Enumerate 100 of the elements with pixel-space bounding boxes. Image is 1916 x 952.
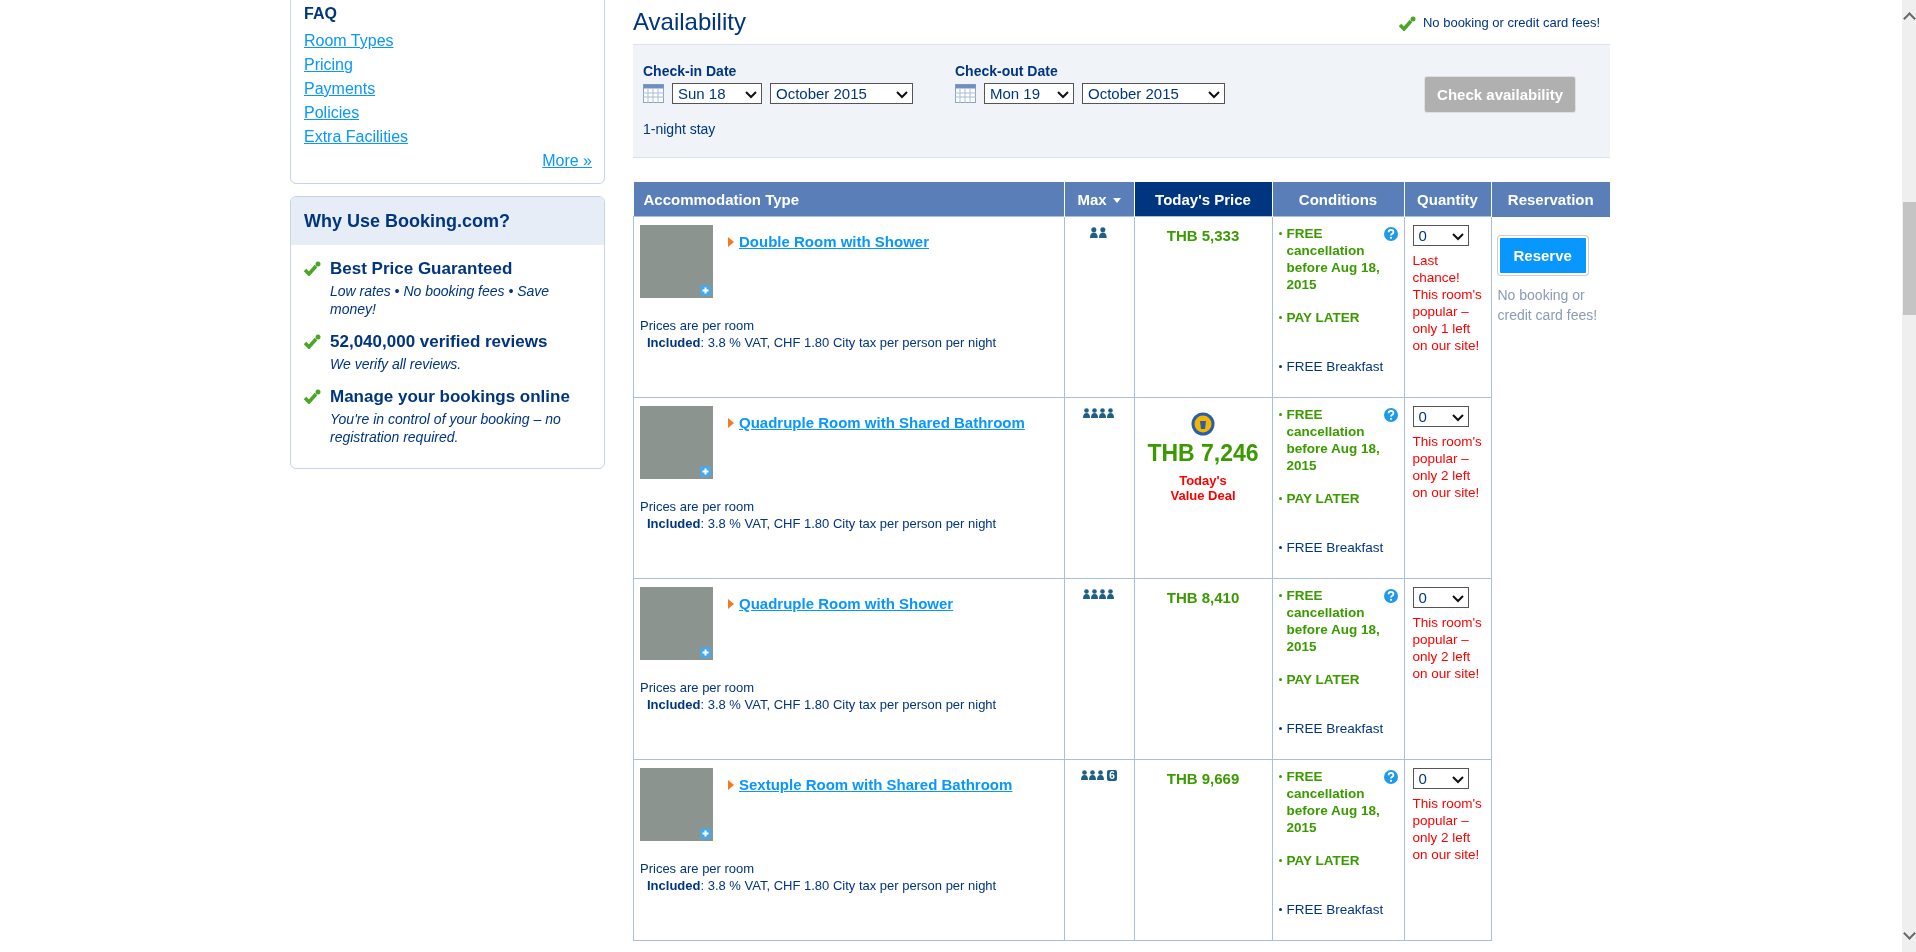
- condition-text: FREE cancellation before Aug 18, 2015: [1286, 406, 1381, 474]
- triangle-icon: [728, 779, 734, 790]
- month-dropdown[interactable]: October 2015: [1082, 83, 1225, 104]
- calendar-icon: [955, 84, 976, 103]
- room-name-link[interactable]: Sextuple Room with Shared Bathroom: [739, 776, 1013, 793]
- condition-text: FREE cancellation before Aug 18, 2015: [1286, 225, 1381, 293]
- room-price: THB 5,333: [1165, 227, 1241, 244]
- room-photo[interactable]: [640, 406, 713, 479]
- column-header: Today's Price: [1134, 182, 1272, 217]
- condition-text: FREE cancellation before Aug 18, 2015: [1286, 587, 1381, 655]
- reserve-button[interactable]: Reserve: [1497, 235, 1588, 275]
- chevron-down-icon: [1450, 230, 1465, 241]
- scrollbar[interactable]: [1902, 0, 1916, 952]
- benefit-title: Best Price Guaranteed: [330, 259, 514, 279]
- room-name-link[interactable]: Quadruple Room with Shared Bathroom: [739, 414, 1025, 431]
- more-link[interactable]: More »: [542, 149, 592, 173]
- stay-length: 1-night stay: [643, 121, 717, 137]
- room-name-link[interactable]: Quadruple Room with Shower: [739, 595, 954, 612]
- faq-link[interactable]: Pricing: [304, 53, 353, 77]
- condition-text: FREE Breakfast: [1286, 539, 1384, 556]
- room-price: THB 7,246: [1146, 440, 1260, 467]
- day-dropdown[interactable]: Mon 19: [984, 83, 1074, 104]
- deal-label: Today's Value Deal: [1169, 473, 1237, 503]
- availability-warning: This room's popular – only 2 left on our site!: [1412, 614, 1483, 682]
- plus-icon: [700, 466, 711, 477]
- condition-text: FREE cancellation before Aug 18, 2015: [1286, 768, 1381, 836]
- room-name-link[interactable]: Double Room with Shower: [739, 233, 929, 250]
- calendar-icon: [643, 84, 664, 103]
- condition-text: FREE Breakfast: [1286, 358, 1384, 375]
- bullet-icon: [1278, 594, 1282, 597]
- month-dropdown[interactable]: October 2015: [770, 83, 913, 104]
- column-header: Accommodation Type: [633, 182, 1064, 217]
- chevron-down-icon: [1450, 592, 1465, 603]
- deal-badge-icon: [1191, 412, 1215, 436]
- plus-icon: [700, 285, 711, 296]
- section-title: Availability: [633, 8, 746, 36]
- availability-warning: Last chance! This room's popular – only 1 left on our site!: [1412, 252, 1483, 354]
- faq-link[interactable]: Policies: [304, 101, 360, 125]
- room-price: THB 8,410: [1165, 589, 1241, 606]
- quantity-dropdown[interactable]: 0: [1412, 587, 1469, 608]
- scrollbar-thumb[interactable]: [1903, 202, 1916, 315]
- faq-link[interactable]: Payments: [304, 77, 376, 101]
- condition-text: PAY LATER: [1286, 490, 1360, 507]
- column-header: Reservation: [1491, 182, 1610, 217]
- two-persons-icon: [1090, 227, 1108, 238]
- quantity-dropdown[interactable]: 0: [1412, 406, 1469, 427]
- chevron-down-icon: [744, 88, 758, 99]
- benefit-text: Low rates • No booking fees • Save money!: [330, 282, 551, 318]
- bullet-icon: [1278, 413, 1282, 416]
- help-icon: [1383, 227, 1398, 241]
- check-icon: [1398, 15, 1416, 31]
- faq-heading: FAQ: [304, 5, 337, 23]
- why-heading: Why Use Booking.com?: [291, 197, 604, 245]
- benefit-text: You're in control of your booking – no registration required.: [330, 410, 562, 446]
- bullet-icon: [1278, 859, 1282, 862]
- faq-link[interactable]: Room Types: [304, 29, 394, 53]
- chevron-down-icon: [1207, 88, 1221, 99]
- column-header[interactable]: Max: [1064, 182, 1134, 217]
- chevron-down-icon: [895, 88, 909, 99]
- availability-warning: This room's popular – only 2 left on our site!: [1412, 433, 1483, 501]
- bullet-icon: [1278, 232, 1282, 235]
- persons-icon: [1083, 408, 1115, 419]
- bullet-icon: [1278, 727, 1282, 730]
- availability-warning: This room's popular – only 2 left on our site!: [1412, 795, 1483, 863]
- room-photo[interactable]: [640, 587, 713, 660]
- included-taxes: Included: 3.8 % VAT, CHF 1.80 City tax per person per night: [646, 878, 998, 893]
- prices-note: Prices are per room: [640, 861, 756, 876]
- benefit-title: Manage your bookings online: [330, 387, 571, 407]
- quantity-dropdown[interactable]: 0: [1412, 225, 1469, 246]
- help-icon: [1383, 589, 1398, 603]
- chevron-down-icon: [1056, 88, 1070, 99]
- room-photo[interactable]: [640, 768, 713, 841]
- condition-text: PAY LATER: [1286, 852, 1360, 869]
- persons-icon: [1083, 589, 1115, 600]
- help-icon: [1383, 408, 1398, 422]
- day-dropdown[interactable]: Sun 18: [672, 83, 762, 104]
- fees-note: No booking or credit card fees!: [1497, 285, 1599, 325]
- bullet-icon: [1278, 365, 1282, 368]
- prices-note: Prices are per room: [640, 499, 756, 514]
- bullet-icon: [1278, 908, 1282, 911]
- chevron-down-icon: [1450, 411, 1465, 422]
- condition-text: PAY LATER: [1286, 671, 1360, 688]
- triangle-icon: [728, 417, 734, 428]
- bullet-icon: [1278, 546, 1282, 549]
- date-label: Check-in Date: [643, 63, 738, 79]
- plus-icon: [700, 647, 711, 658]
- plus-icon: [700, 828, 711, 839]
- condition-text: FREE Breakfast: [1286, 901, 1384, 918]
- occupancy-badge: 6: [1107, 770, 1117, 781]
- prices-note: Prices are per room: [640, 318, 756, 333]
- chevron-down-icon: [1450, 773, 1465, 784]
- faq-link[interactable]: Extra Facilities: [304, 125, 409, 149]
- bullet-icon: [1278, 678, 1282, 681]
- check-icon: [304, 389, 321, 404]
- quantity-dropdown[interactable]: 0: [1412, 768, 1469, 789]
- benefit-title: 52,040,000 verified reviews: [330, 332, 548, 352]
- room-photo[interactable]: [640, 225, 713, 298]
- bullet-icon: [1278, 316, 1282, 319]
- condition-text: PAY LATER: [1286, 309, 1360, 326]
- help-icon: [1383, 770, 1398, 784]
